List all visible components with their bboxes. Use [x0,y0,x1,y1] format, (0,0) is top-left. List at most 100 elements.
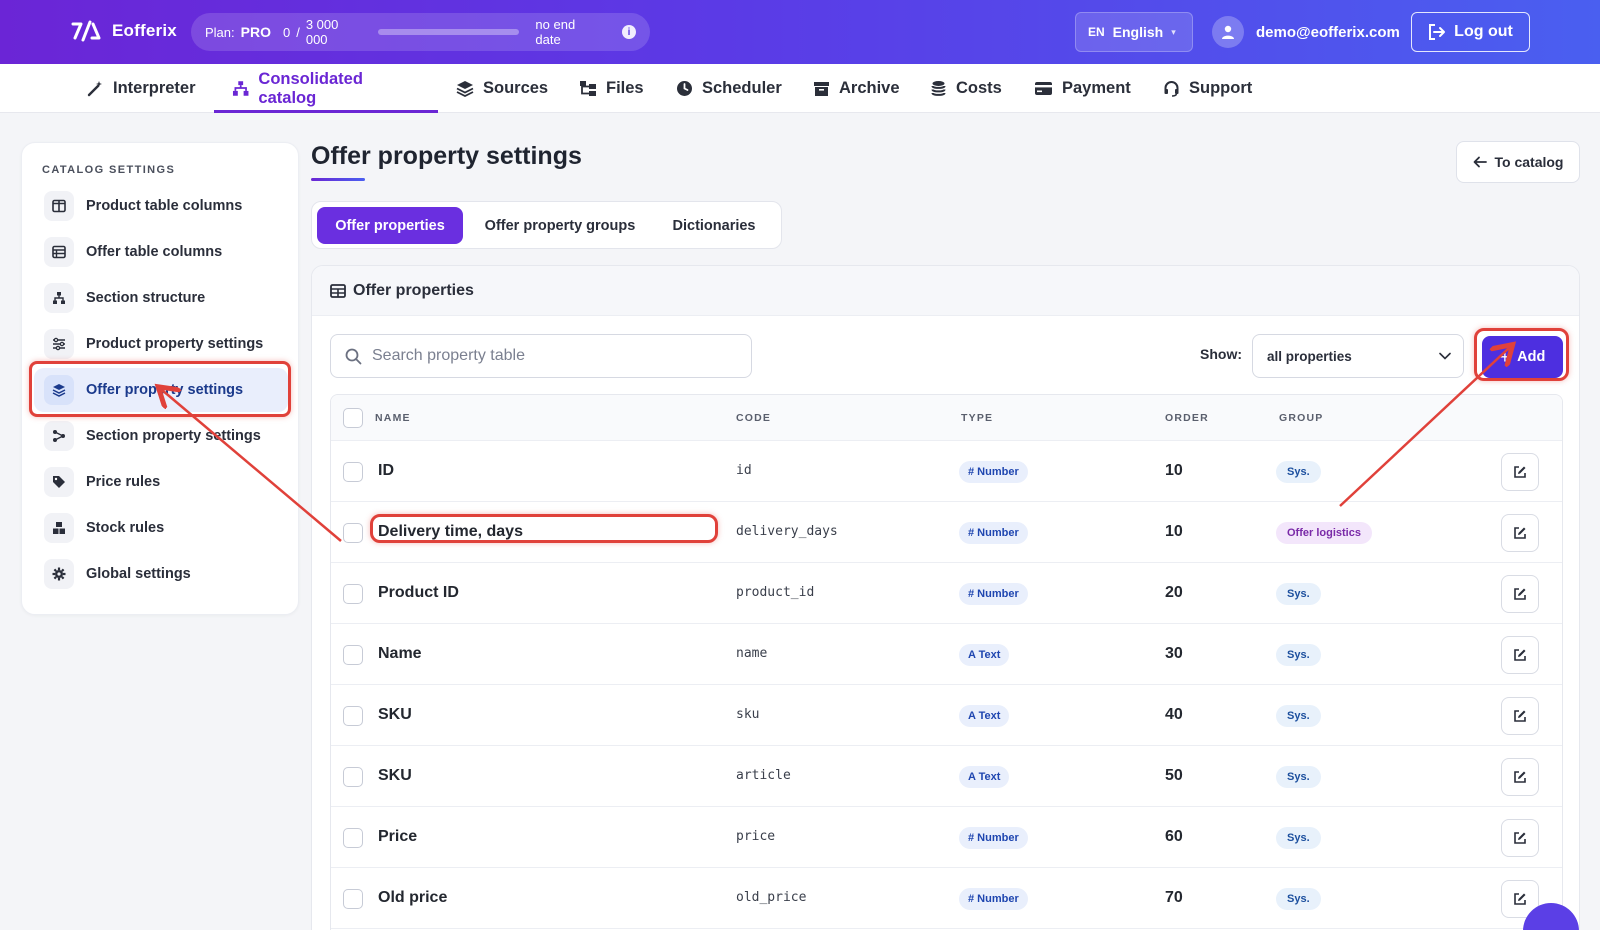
column-header-type[interactable]: TYPE [961,412,993,424]
nav-label: Interpreter [113,79,196,97]
catalog-settings-sidebar: CATALOG SETTINGS Product table columns O… [21,142,299,615]
row-checkbox[interactable] [343,705,363,726]
settings-tabs: Offer properties Offer property groups D… [311,201,782,249]
table-icon [330,283,346,298]
tab-offer-properties[interactable]: Offer properties [317,207,463,244]
edit-button[interactable] [1501,818,1539,857]
edit-button[interactable] [1501,696,1539,735]
share-nodes-icon [44,421,74,451]
edit-button[interactable] [1501,513,1539,552]
edit-button[interactable] [1501,757,1539,796]
plan-usage: 0 [282,24,291,40]
type-badge: # Number [959,826,1028,849]
cell-order: 10 [1165,522,1183,540]
row-checkbox[interactable] [343,583,363,604]
nav-interpreter[interactable]: Interpreter [87,64,196,113]
table-row[interactable]: Price price # Number 60 Sys. [331,807,1562,868]
sidebar-item-section-structure[interactable]: Section structure [34,276,288,320]
column-header-name[interactable]: NAME [375,412,411,424]
cell-name: Old price [378,888,448,906]
arrow-left-icon [1473,156,1487,168]
table-row[interactable]: Delivery time, days delivery_days # Number… [331,502,1562,563]
column-header-order[interactable]: ORDER [1165,412,1209,424]
archive-icon [814,81,829,96]
sidebar-item-stock-rules[interactable]: Stock rules [34,506,288,550]
table-row[interactable]: Old price old_price # Number 70 Sys. [331,868,1562,929]
info-icon[interactable]: i [622,25,636,39]
user-menu[interactable]: demo@eofferix.com [1212,16,1400,48]
sidebar-item-offer-table-columns[interactable]: Offer table columns [34,230,288,274]
table-row[interactable]: SKU sku A Text 40 Sys. [331,685,1562,746]
search-input[interactable] [372,347,732,365]
magic-wand-icon [87,81,102,97]
type-badge: # Number [959,887,1028,910]
language-select[interactable]: EN English ▾ [1075,12,1193,52]
nav-costs[interactable]: Costs [930,64,1002,113]
tab-dictionaries[interactable]: Dictionaries [654,207,774,244]
table-row[interactable]: ID id # Number 10 Sys. [331,441,1562,502]
cell-name: SKU [378,705,412,723]
edit-button[interactable] [1501,452,1539,491]
app-logo[interactable]: Eofferix [70,18,177,44]
nav-label: Costs [956,79,1002,97]
coins-icon [931,81,946,96]
sidebar-item-price-rules[interactable]: Price rules [34,460,288,504]
to-catalog-label: To catalog [1494,154,1564,170]
sidebar-item-label: Global settings [86,566,191,582]
nav-support[interactable]: Support [1163,64,1252,113]
avatar [1212,16,1244,48]
add-property-button[interactable]: + Add [1482,336,1563,378]
nav-label: Sources [483,79,549,97]
user-icon [1222,25,1234,39]
sidebar-item-product-table-columns[interactable]: Product table columns [34,184,288,228]
group-badge: Sys. [1276,765,1321,788]
row-checkbox[interactable] [343,461,363,482]
cell-order: 50 [1165,766,1183,784]
cell-code: product_id [736,584,815,600]
table-row[interactable]: SKU article A Text 50 Sys. [331,746,1562,807]
to-catalog-button[interactable]: To catalog [1456,141,1580,183]
sidebar-item-offer-property-settings[interactable]: Offer property settings [34,368,288,412]
show-filter-select[interactable]: all properties [1252,334,1464,378]
sidebar-item-label: Section property settings [86,428,261,444]
nav-label: Scheduler [702,79,782,97]
gear-icon [44,559,74,589]
row-checkbox[interactable] [343,522,363,543]
group-badge: Offer logistics [1276,521,1372,544]
edit-button[interactable] [1501,635,1539,674]
table-row[interactable]: Product ID product_id # Number 20 Sys. [331,563,1562,624]
page-title: Offer property settings [311,142,582,170]
table-row[interactable]: Name name A Text 30 Sys. [331,624,1562,685]
plan-widget: Plan: PRO 0 / 3 000 000 no end date i [191,13,650,51]
chevron-down-icon [1439,352,1451,360]
column-header-code[interactable]: CODE [736,412,771,424]
nav-files[interactable]: Files [579,64,644,113]
language-name: English [1112,24,1164,40]
group-badge: Sys. [1276,582,1321,605]
nav-payment[interactable]: Payment [1034,64,1131,113]
select-all-checkbox[interactable] [343,408,363,428]
row-checkbox[interactable] [343,644,363,665]
tab-offer-property-groups[interactable]: Offer property groups [470,207,650,244]
nav-consolidated-catalog[interactable]: Consolidated catalog [214,64,438,113]
search-box [330,334,752,378]
sidebar-item-section-property-settings[interactable]: Section property settings [34,414,288,458]
language-code: EN [1088,25,1105,39]
plan-separator: / [296,24,300,40]
nav-scheduler[interactable]: Scheduler [676,64,782,113]
edit-button[interactable] [1501,574,1539,613]
cell-code: sku [736,706,760,722]
nav-archive[interactable]: Archive [813,64,900,113]
row-checkbox[interactable] [343,888,363,909]
row-checkbox[interactable] [343,827,363,848]
sidebar-item-product-property-settings[interactable]: Product property settings [34,322,288,366]
cell-order: 70 [1165,888,1183,906]
column-header-group[interactable]: GROUP [1279,412,1324,424]
edit-icon [1514,709,1526,722]
sidebar-item-global-settings[interactable]: Global settings [34,552,288,596]
row-checkbox[interactable] [343,766,363,787]
caret-down-icon: ▾ [1171,26,1176,37]
logout-button[interactable]: Log out [1411,12,1530,52]
sidebar-item-label: Product property settings [86,336,264,352]
nav-sources[interactable]: Sources [456,64,548,113]
